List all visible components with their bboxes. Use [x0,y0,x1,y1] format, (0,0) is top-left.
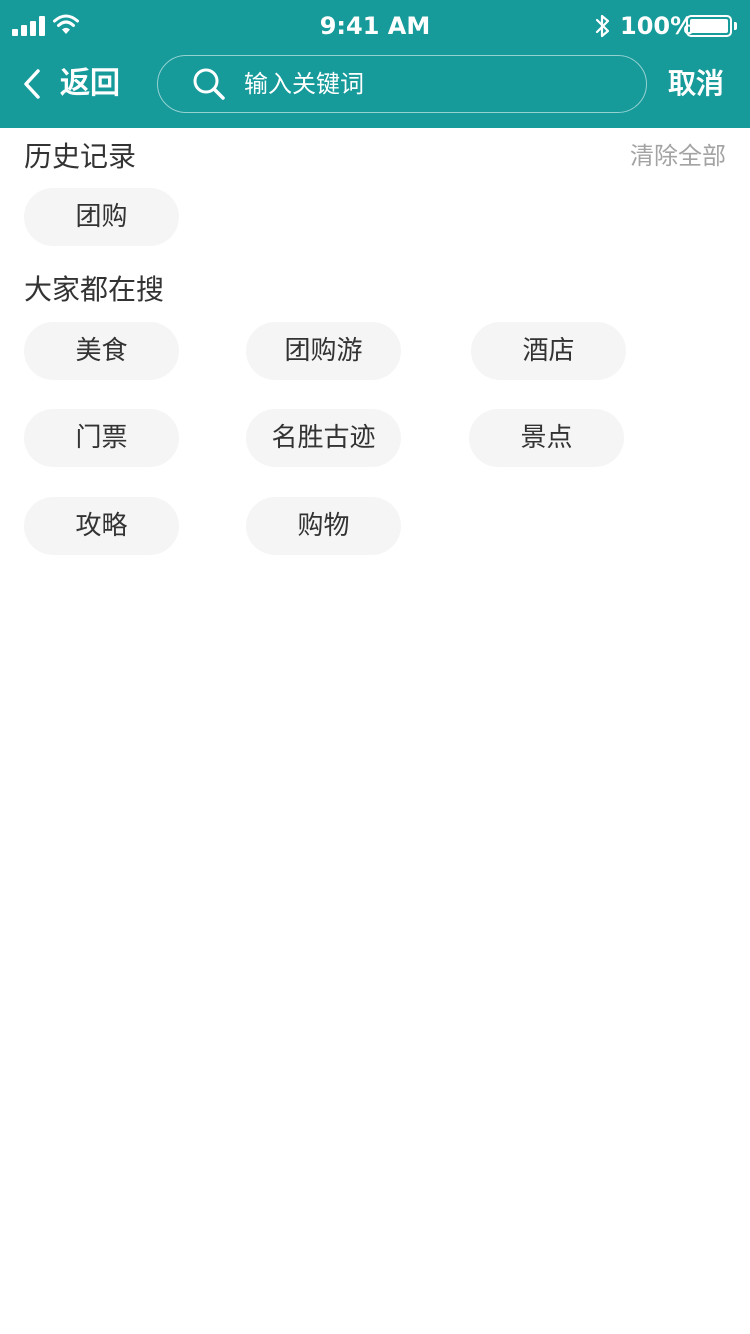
popular-tag[interactable]: 名胜古迹 [246,409,401,467]
battery-cap [734,22,737,30]
popular-tag[interactable]: 团购游 [246,322,401,380]
popular-tag[interactable]: 景点 [469,409,624,467]
back-label: 返回 [60,66,120,101]
search-icon [193,68,225,100]
history-title: 历史记录 [24,140,137,173]
bluetooth-icon [595,14,610,38]
cancel-button[interactable]: 取消 [668,62,724,106]
popular-tag[interactable]: 门票 [24,409,179,467]
popular-tag[interactable]: 购物 [246,497,401,555]
history-tag[interactable]: 团购 [24,188,179,246]
clear-history-button[interactable]: 清除全部 [630,140,726,172]
search-box[interactable] [157,55,647,113]
chevron-left-icon [24,69,40,99]
back-button[interactable]: 返回 [22,62,120,106]
popular-tag[interactable]: 美食 [24,322,179,380]
popular-title: 大家都在搜 [24,273,165,306]
battery-percentage: 100% [620,12,695,40]
search-input[interactable] [244,70,624,98]
status-bar: 9:41 AM 100% [0,0,750,52]
header: 9:41 AM 100% 返回 取消 [0,0,750,128]
popular-tag[interactable]: 酒店 [471,322,626,380]
popular-tag[interactable]: 攻略 [24,497,179,555]
battery-icon [686,15,732,37]
